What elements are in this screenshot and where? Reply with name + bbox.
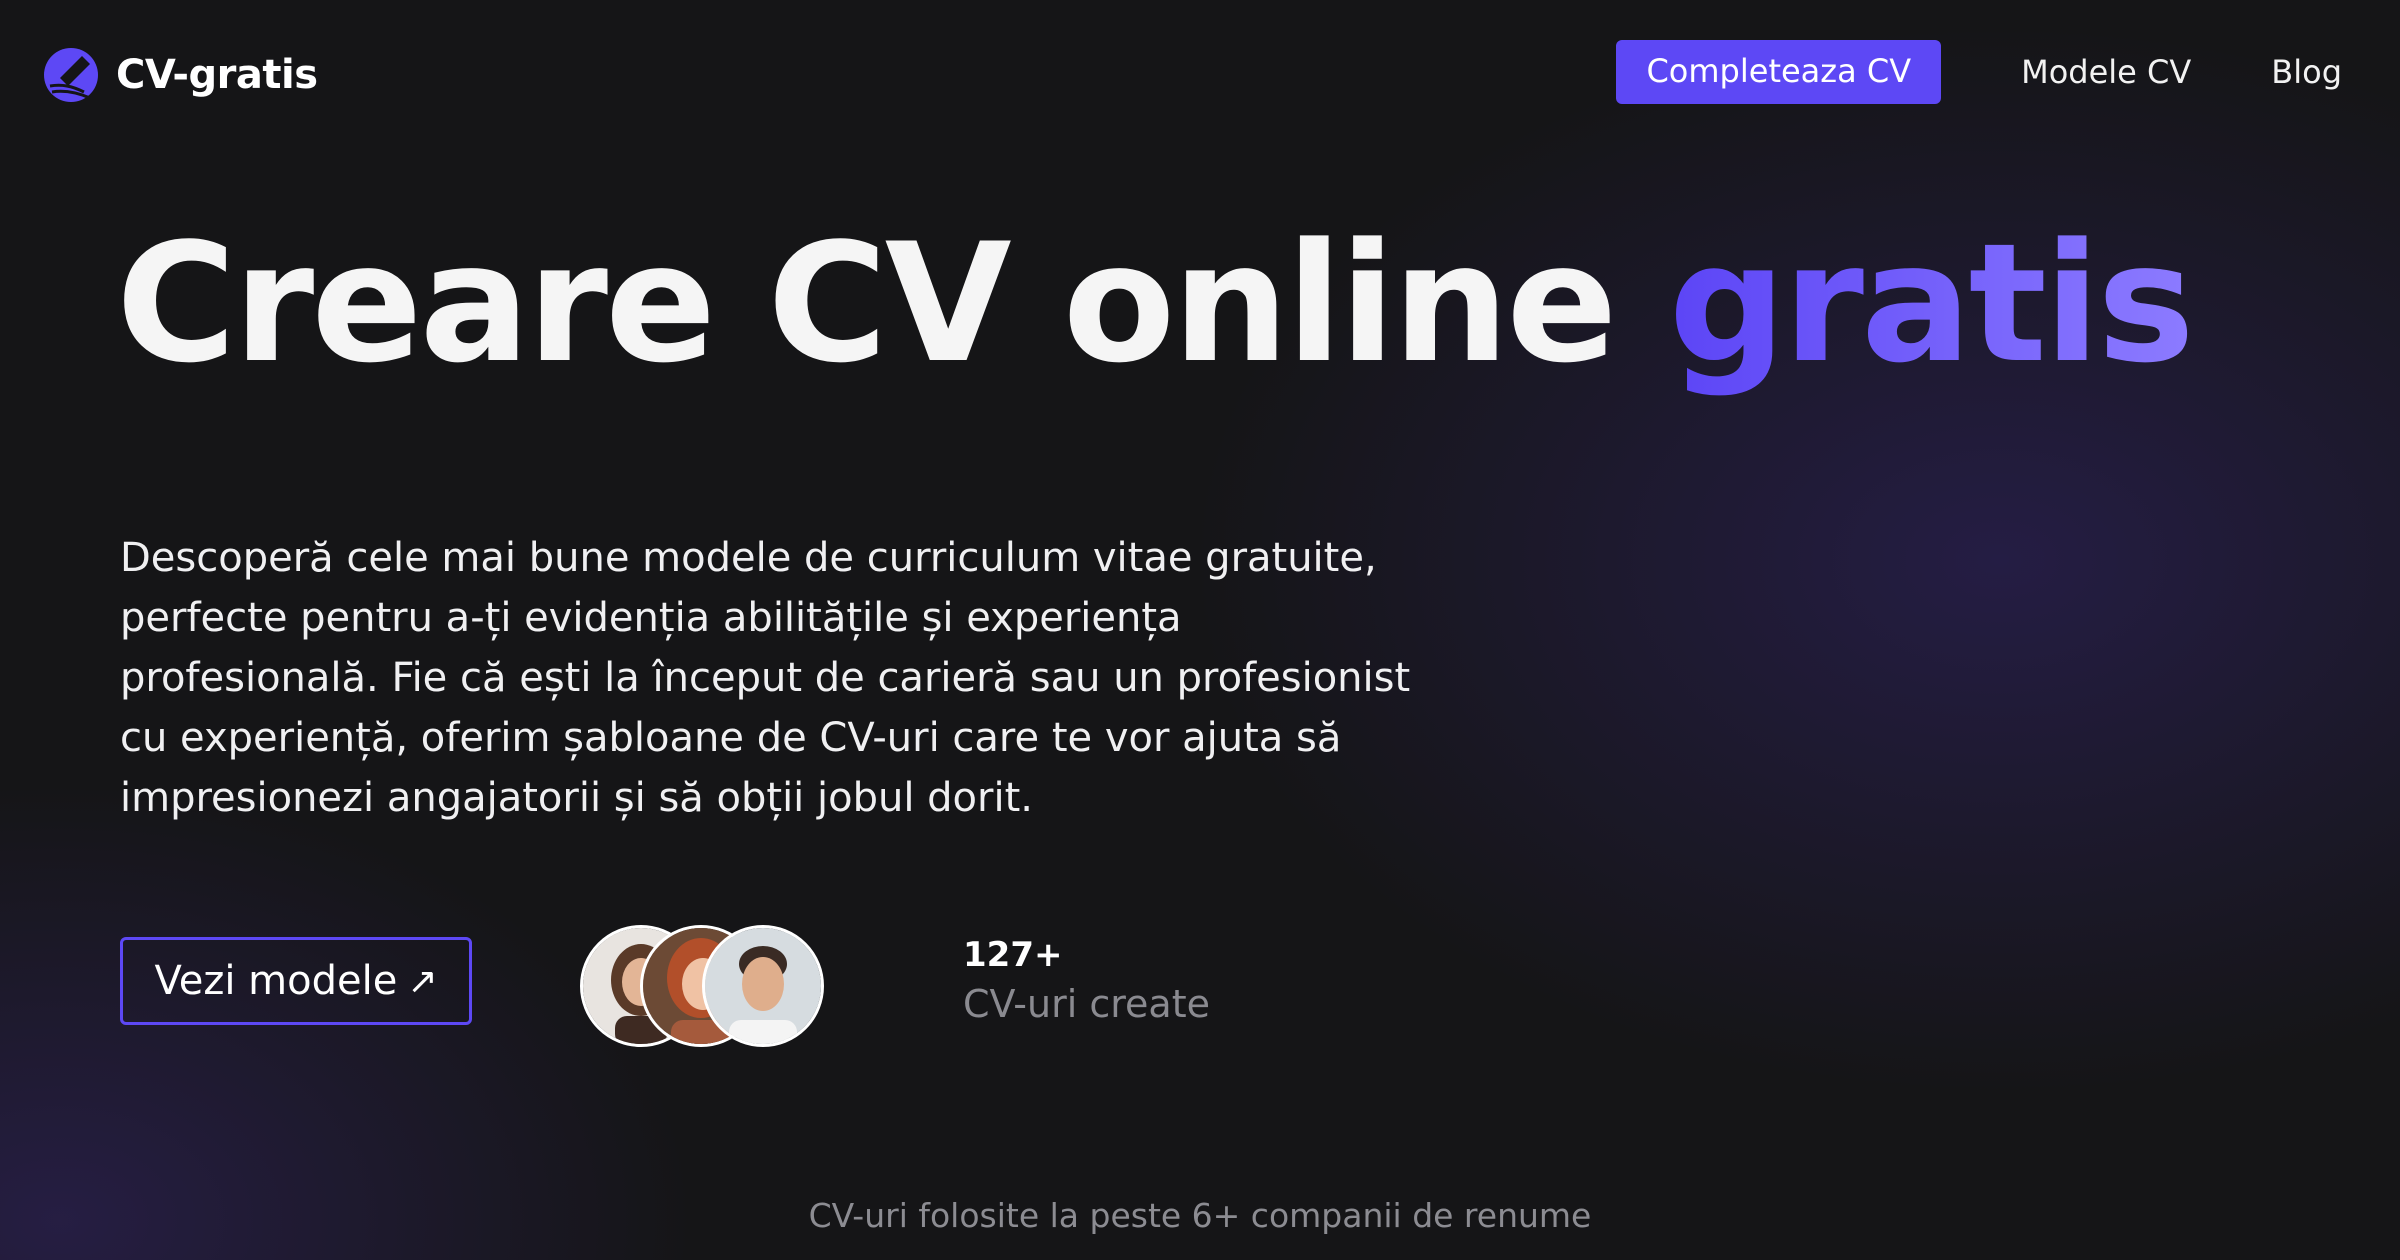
brand-name: CV-gratis xyxy=(116,52,318,98)
hero-title-accent: gratis xyxy=(1668,208,2195,399)
pen-nib-logo-icon xyxy=(44,48,98,102)
hero-description: Descoperă cele mai bune modele de curric… xyxy=(120,535,1411,821)
complete-cv-button[interactable]: Completeaza CV xyxy=(1616,40,1942,104)
main-nav: Completeaza CV Modele CV Blog xyxy=(1616,40,2342,104)
cv-count-stat: 127+ CV-uri create xyxy=(963,933,1210,1031)
hero-title: Creare CV online gratis xyxy=(116,222,2195,386)
see-models-button-label: Vezi modele xyxy=(154,958,398,1004)
nav-link-cv-models[interactable]: Modele CV xyxy=(2021,53,2191,91)
stat-label: CV-uri create xyxy=(963,982,1210,1026)
arrow-up-right-icon: ↗ xyxy=(407,960,438,1002)
nav-link-blog[interactable]: Blog xyxy=(2271,53,2342,91)
user-avatars xyxy=(580,925,824,1047)
stat-value: 127+ xyxy=(963,935,1063,975)
avatar xyxy=(702,925,824,1047)
hero-title-main: Creare CV online xyxy=(116,208,1618,399)
see-models-button[interactable]: Vezi modele ↗ xyxy=(120,937,472,1025)
page: CV-gratis Completeaza CV Modele CV Blog … xyxy=(0,0,2400,1260)
brand-logo[interactable]: CV-gratis xyxy=(42,46,318,104)
companies-note: CV-uri folosite la peste 6+ companii de … xyxy=(808,1196,1592,1235)
